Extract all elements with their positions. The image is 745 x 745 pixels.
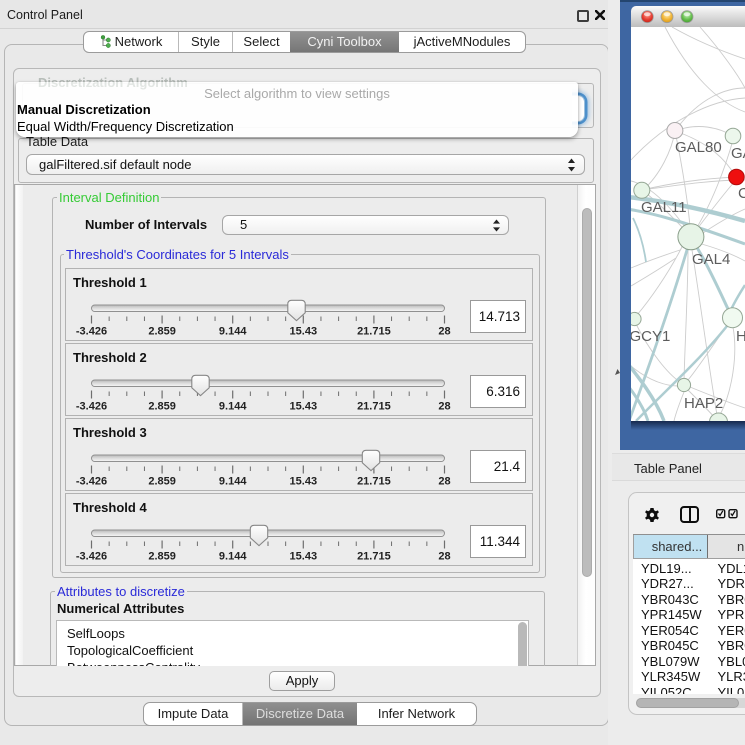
svg-text:GAL80: GAL80 [675,139,722,156]
svg-text:GA: GA [731,145,745,162]
svg-text:28: 28 [438,551,450,563]
svg-text:21.715: 21.715 [357,326,391,338]
svg-text:-3.426: -3.426 [76,326,107,338]
svg-text:2.859: 2.859 [148,551,176,563]
svg-text:-3.426: -3.426 [76,476,107,488]
svg-text:9.144: 9.144 [219,476,247,488]
svg-text:H: H [736,328,745,345]
svg-text:2.859: 2.859 [148,401,176,413]
svg-text:15.43: 15.43 [290,551,318,563]
svg-text:C: C [738,185,745,202]
svg-text:9.144: 9.144 [219,326,247,338]
svg-text:28: 28 [438,401,450,413]
svg-text:15.43: 15.43 [290,401,318,413]
svg-text:2.859: 2.859 [148,326,176,338]
svg-text:21.715: 21.715 [357,551,391,563]
svg-text:21.715: 21.715 [357,401,391,413]
svg-text:21.715: 21.715 [357,476,391,488]
svg-text:2.859: 2.859 [148,476,176,488]
svg-text:15.43: 15.43 [290,476,318,488]
svg-text:GAL11: GAL11 [641,199,687,216]
svg-text:-3.426: -3.426 [76,551,107,563]
svg-text:15.43: 15.43 [290,326,318,338]
svg-text:-3.426: -3.426 [76,401,107,413]
svg-text:HAP2: HAP2 [684,395,723,412]
svg-text:GAL4: GAL4 [692,251,730,268]
svg-text:28: 28 [438,476,450,488]
svg-text:9.144: 9.144 [219,551,247,563]
svg-text:28: 28 [438,326,450,338]
svg-text:9.144: 9.144 [219,401,247,413]
svg-text:GCY1: GCY1 [631,328,670,345]
